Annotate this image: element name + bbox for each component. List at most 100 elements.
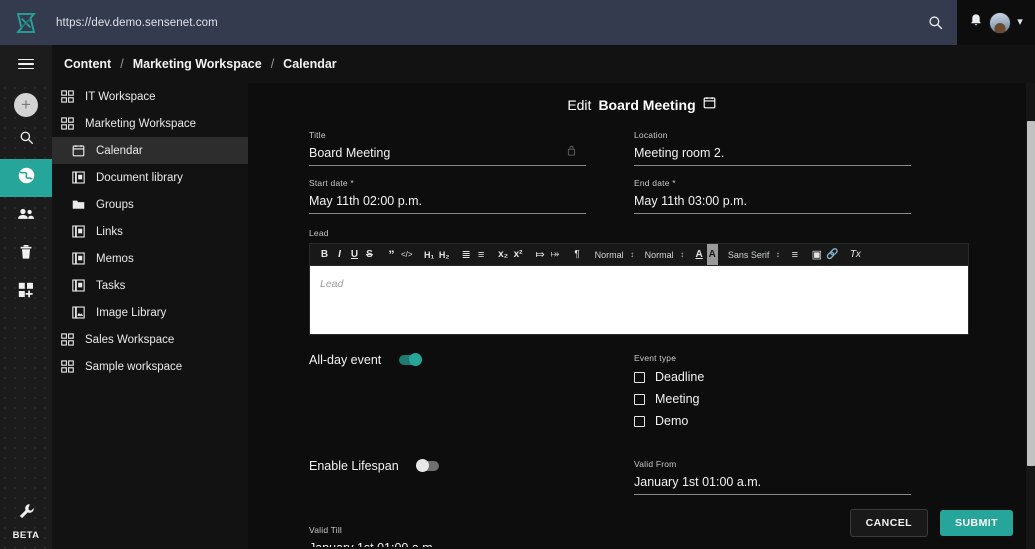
hamburger-menu-icon[interactable] — [0, 45, 52, 83]
end-date-input[interactable]: May 11th 03:00 p.m. — [634, 193, 911, 214]
sensenet-logo-icon[interactable] — [0, 0, 52, 45]
event-type-option-label: Deadline — [655, 370, 704, 384]
cancel-button[interactable]: CANCEL — [850, 509, 928, 537]
event-type-option-meeting[interactable]: Meeting — [634, 388, 911, 410]
breadcrumb-item-content[interactable]: Content — [64, 57, 111, 71]
start-date-input[interactable]: May 11th 02:00 p.m. — [309, 193, 586, 214]
tree-item-it-workspace[interactable]: IT Workspace — [52, 83, 248, 110]
main-scrollbar[interactable] — [1026, 83, 1035, 549]
blockquote-icon[interactable]: ” — [384, 244, 399, 266]
breadcrumb-bar: Content / Marketing Workspace / Calendar — [0, 45, 1035, 83]
all-day-event-toggle[interactable] — [399, 355, 421, 365]
align-icon[interactable]: ≡ — [787, 244, 802, 266]
start-date-field: Start date * May 11th 02:00 p.m. — [309, 178, 586, 214]
chevron-down-icon[interactable]: ▾ — [1017, 17, 1023, 28]
submit-button[interactable]: SUBMIT — [940, 510, 1013, 536]
document-library-icon — [69, 252, 87, 265]
insert-image-icon[interactable]: ▣ — [809, 244, 824, 266]
content-explorer-button[interactable] — [0, 159, 52, 197]
lead-field: Lead B I U S ” </> H₁ H₂ ≣ ≡ x₂ x² ⤇ — [309, 228, 969, 335]
location-field: Location Meeting room 2. — [634, 130, 911, 166]
search-button[interactable] — [0, 121, 52, 159]
tree-item-label: Sales Workspace — [85, 334, 174, 346]
tree-item-marketing-workspace[interactable]: Marketing Workspace — [52, 110, 248, 137]
bell-icon[interactable] — [969, 13, 983, 33]
indent-icon[interactable]: ⤅ — [548, 244, 563, 266]
checkbox-icon — [634, 416, 645, 427]
code-block-icon[interactable]: </> — [399, 244, 415, 266]
search-icon[interactable] — [913, 0, 957, 45]
breadcrumb-item-calendar[interactable]: Calendar — [283, 57, 337, 71]
form-grid: Title Board Meeting Location — [248, 122, 1035, 549]
lead-editor-body[interactable]: Lead — [309, 265, 969, 335]
event-type-option-deadline[interactable]: Deadline — [634, 366, 911, 388]
apps-button[interactable] — [0, 273, 52, 311]
tree-item-links[interactable]: Links — [52, 218, 248, 245]
url-text[interactable]: https://dev.demo.sensenet.com — [56, 17, 218, 29]
page-title-name: Board Meeting — [598, 97, 695, 113]
background-color-icon[interactable]: A — [707, 244, 718, 266]
tree-item-document-library[interactable]: Document library — [52, 164, 248, 191]
text-direction-icon[interactable]: ¶ — [570, 244, 585, 266]
chevron-down-icon[interactable]: ↕ — [772, 244, 787, 266]
image-library-icon — [69, 306, 87, 319]
title-input[interactable]: Board Meeting — [309, 145, 586, 166]
tree-item-groups[interactable]: Groups — [52, 191, 248, 218]
end-date-label: End date * — [634, 178, 911, 188]
location-input[interactable]: Meeting room 2. — [634, 145, 911, 166]
tree-item-memos[interactable]: Memos — [52, 245, 248, 272]
valid-till-label: Valid Till — [309, 525, 586, 535]
valid-from-field: Valid From January 1st 01:00 a.m. — [634, 459, 911, 495]
valid-from-input[interactable]: January 1st 01:00 a.m. — [634, 474, 911, 495]
tree-item-label: Marketing Workspace — [85, 118, 196, 130]
chevron-down-icon[interactable]: ↕ — [627, 244, 642, 266]
valid-till-input[interactable]: January 1st 01:00 a.m. — [309, 540, 586, 547]
enable-lifespan-toggle[interactable] — [417, 461, 439, 471]
bold-icon[interactable]: B — [317, 244, 332, 266]
italic-icon[interactable]: I — [332, 244, 347, 266]
beta-label: BETA — [13, 530, 40, 541]
breadcrumb-separator: / — [120, 57, 123, 71]
users-button[interactable] — [0, 197, 52, 235]
page-title: Edit Board Meeting — [248, 88, 1035, 122]
user-avatar[interactable] — [989, 12, 1011, 34]
tree-item-tasks[interactable]: Tasks — [52, 272, 248, 299]
form-row-1: Title Board Meeting Location — [309, 130, 1015, 178]
beta-footer[interactable]: BETA — [0, 503, 52, 549]
heading-2-icon[interactable]: H₂ — [437, 244, 452, 266]
tree-item-sample-workspace[interactable]: Sample workspace — [52, 353, 248, 380]
people-icon — [17, 207, 35, 226]
size-select[interactable]: Normal — [642, 244, 677, 266]
outdent-icon[interactable]: ⤇ — [533, 244, 548, 266]
enable-lifespan-field: Enable Lifespan — [309, 459, 586, 473]
lock-icon[interactable] — [567, 143, 576, 161]
trash-button[interactable] — [0, 235, 52, 273]
tree-item-calendar[interactable]: Calendar — [52, 137, 248, 164]
form-row-4: All-day event Event type Deadline Meetin… — [309, 353, 1015, 432]
superscript-icon[interactable]: x² — [511, 244, 526, 266]
content-tree-panel: IT Workspace Marketing Workspace Calenda… — [52, 83, 248, 549]
form-actions: CANCEL SUBMIT — [850, 509, 1013, 537]
subscript-icon[interactable]: x₂ — [496, 244, 511, 266]
globe-icon — [17, 166, 36, 190]
bullet-list-icon[interactable]: ≡ — [474, 244, 489, 266]
event-type-option-label: Meeting — [655, 392, 699, 406]
breadcrumb-item-marketing-workspace[interactable]: Marketing Workspace — [133, 57, 262, 71]
underline-icon[interactable]: U — [347, 244, 362, 266]
font-color-icon[interactable]: A — [692, 244, 707, 266]
tree-item-image-library[interactable]: Image Library — [52, 299, 248, 326]
add-button[interactable]: + — [0, 83, 52, 121]
font-family-select[interactable]: Sans Serif — [725, 244, 773, 266]
strikethrough-icon[interactable]: S — [362, 244, 377, 266]
insert-link-icon[interactable]: 🔗 — [824, 244, 840, 266]
heading-1-icon[interactable]: H₁ — [422, 244, 437, 266]
block-format-select[interactable]: Normal — [592, 244, 627, 266]
ordered-list-icon[interactable]: ≣ — [459, 244, 474, 266]
trash-icon — [19, 244, 33, 265]
tree-item-label: Groups — [96, 199, 134, 211]
clear-format-icon[interactable]: Tx — [848, 244, 863, 266]
chevron-down-icon[interactable]: ↕ — [677, 244, 692, 266]
event-type-option-demo[interactable]: Demo — [634, 410, 911, 432]
tree-item-sales-workspace[interactable]: Sales Workspace — [52, 326, 248, 353]
scrollbar-thumb[interactable] — [1027, 121, 1035, 466]
